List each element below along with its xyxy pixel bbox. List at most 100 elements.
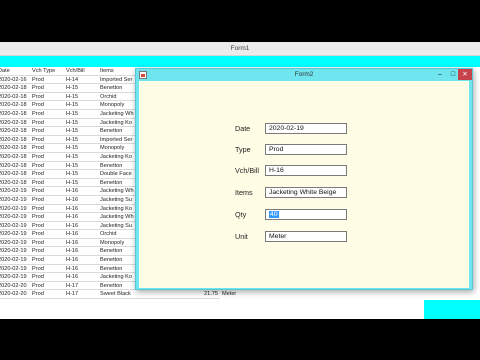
cell-item: Jacketing Wh <box>100 188 134 195</box>
cell-date: 2020-02-18 <box>0 93 27 100</box>
form2-title: Form2 <box>294 71 314 78</box>
cell-item: Sweet Black <box>100 291 131 298</box>
minimize-button[interactable]: – <box>434 69 446 80</box>
cell-vch-type: Prod <box>32 188 44 195</box>
column-header-vch-bill[interactable]: Vch/Bill <box>66 67 98 76</box>
cell-vch-type: Prod <box>32 248 44 255</box>
cell-vch-type: Prod <box>32 136 44 143</box>
table-row[interactable]: 2020-02-20 Prod H-17 Sweet Black 21.75 Meter <box>0 290 236 300</box>
cell-vch-bill: H-15 <box>66 136 79 143</box>
cell-date: 2020-02-18 <box>0 153 27 160</box>
qty-label: Qty <box>235 210 247 219</box>
cell-date: 2020-02-19 <box>0 257 27 264</box>
cell-item: Monopoly <box>100 239 125 246</box>
cell-vch-type: Prod <box>32 274 44 281</box>
cell-vch-type: Prod <box>32 171 44 178</box>
cell-item: Jacketing Su <box>100 222 133 229</box>
cell-date: 2020-02-18 <box>0 128 27 135</box>
cell-vch-bill: H-16 <box>66 239 79 246</box>
cell-date: 2020-02-19 <box>0 205 27 212</box>
cell-vch-type: Prod <box>32 85 44 92</box>
cell-date: 2020-02-19 <box>0 196 27 203</box>
cell-vch-type: Prod <box>32 257 44 264</box>
cell-vch-bill: H-16 <box>66 265 79 272</box>
cell-date: 2020-02-18 <box>0 162 27 169</box>
cell-item: Jacketing Ko <box>100 153 133 160</box>
cell-date: 2020-02-19 <box>0 274 27 281</box>
cell-item: Benetton <box>100 179 123 186</box>
cell-date: 2020-02-19 <box>0 265 27 272</box>
cell-vch-bill: H-15 <box>66 85 79 92</box>
cell-date: 2020-02-19 <box>0 188 27 195</box>
cell-date: 2020-02-19 <box>0 248 27 255</box>
cell-date: 2020-02-18 <box>0 102 27 109</box>
cell-vch-bill: H-15 <box>66 153 79 160</box>
cell-vch-type: Prod <box>32 291 44 298</box>
cell-date: 2020-02-18 <box>0 145 27 152</box>
date-label: Date <box>235 124 251 133</box>
cell-item: Jacketing Ko <box>100 119 133 126</box>
cell-qty: 21.75 <box>204 291 218 298</box>
type-field[interactable]: Prod <box>265 144 347 155</box>
column-header-items[interactable]: Items <box>100 67 140 76</box>
cell-vch-bill: H-16 <box>66 231 79 238</box>
form1-title: Form1 <box>230 45 250 52</box>
form2-titlebar[interactable]: Form2 – □ ✕ <box>136 69 472 81</box>
column-header-date[interactable]: Date <box>0 67 28 76</box>
cell-vch-bill: H-15 <box>66 93 79 100</box>
cell-vch-bill: H-15 <box>66 110 79 117</box>
cell-item: Imported Ser <box>100 76 133 83</box>
cell-vch-bill: H-15 <box>66 102 79 109</box>
cell-vch-bill: H-15 <box>66 171 79 178</box>
cell-vch-bill: H-16 <box>66 205 79 212</box>
cell-vch-type: Prod <box>32 205 44 212</box>
cell-vch-bill: H-15 <box>66 119 79 126</box>
cell-item: Jacketing Wh <box>100 214 134 221</box>
cell-date: 2020-02-18 <box>0 85 27 92</box>
cell-vch-bill: H-15 <box>66 162 79 169</box>
form1-titlebar[interactable]: Form1 <box>0 42 480 56</box>
cell-item: Monopoly <box>100 102 125 109</box>
cell-vch-bill: H-17 <box>66 282 79 289</box>
cell-date: 2020-02-18 <box>0 171 27 178</box>
cell-vch-type: Prod <box>32 128 44 135</box>
qty-field[interactable]: 40 <box>265 209 347 220</box>
unit-field[interactable]: Meter <box>265 231 347 242</box>
cell-vch-bill: H-15 <box>66 128 79 135</box>
cell-vch-type: Prod <box>32 282 44 289</box>
date-field[interactable]: 2020-02-19 <box>265 123 347 134</box>
cell-date: 2020-02-18 <box>0 179 27 186</box>
cell-date: 2020-02-19 <box>0 239 27 246</box>
cell-vch-bill: H-16 <box>66 248 79 255</box>
cell-item: Jacketing Ko <box>100 205 133 212</box>
cell-vch-type: Prod <box>32 153 44 160</box>
cell-vch-type: Prod <box>32 196 44 203</box>
cell-vch-bill: H-14 <box>66 76 79 83</box>
cell-date: 2020-02-16 <box>0 76 27 83</box>
cell-date: 2020-02-18 <box>0 119 27 126</box>
cell-date: 2020-02-19 <box>0 214 27 221</box>
form2-dialog: Form2 – □ ✕ Date 2020-02-19 Type Prod Vc… <box>135 68 473 290</box>
items-label: Items <box>235 188 253 197</box>
cell-vch-bill: H-16 <box>66 196 79 203</box>
form2-client-area: Date 2020-02-19 Type Prod Vch/Bill H-16 … <box>139 81 469 288</box>
vch-bill-field[interactable]: H-16 <box>265 165 347 176</box>
cell-item: Benetton <box>100 282 123 289</box>
cell-vch-type: Prod <box>32 239 44 246</box>
cell-vch-bill: H-17 <box>66 291 79 298</box>
cell-vch-bill: H-16 <box>66 214 79 221</box>
column-header-vch-type[interactable]: Vch Type <box>32 67 64 76</box>
cell-item: Benetton <box>100 265 123 272</box>
cell-item: Monopoly <box>100 145 125 152</box>
cell-vch-type: Prod <box>32 76 44 83</box>
close-button[interactable]: ✕ <box>458 69 472 80</box>
cell-date: 2020-02-19 <box>0 222 27 229</box>
cell-vch-type: Prod <box>32 119 44 126</box>
items-field[interactable]: Jacketing White Beige <box>265 187 347 198</box>
cell-vch-bill: H-15 <box>66 179 79 186</box>
cell-vch-type: Prod <box>32 145 44 152</box>
cell-item: Jacketing Wh <box>100 110 134 117</box>
cell-item: Benetton <box>100 162 123 169</box>
cell-date: 2020-02-20 <box>0 282 27 289</box>
qty-selected-text: 40 <box>269 211 279 218</box>
